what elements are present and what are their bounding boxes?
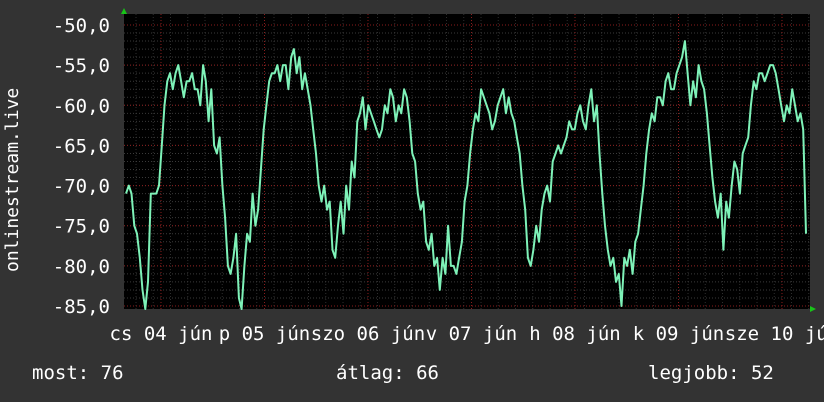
y-tick-label: -80,0 [53, 256, 110, 278]
x-tick-label: szo 06 jún [311, 323, 425, 345]
x-tick-label: k 09 jún [633, 323, 725, 345]
x-axis-arrow-icon [810, 306, 816, 312]
x-tick-label: cs 04 jún [110, 323, 213, 345]
y-tick-label: -65,0 [53, 135, 110, 157]
y-tick-label: -70,0 [53, 176, 110, 198]
x-tick-label: p 05 jún [219, 323, 311, 345]
average-value: átlag: 66 [336, 362, 439, 384]
y-tick-label: -55,0 [53, 55, 110, 77]
y-tick-label: -75,0 [53, 216, 110, 238]
y-tick-label: -60,0 [53, 95, 110, 117]
x-tick-label: h 08 jún [529, 323, 621, 345]
current-value: most: 76 [32, 362, 124, 384]
y-tick-label: -85,0 [53, 296, 110, 318]
x-tick-label: v 07 jún [426, 323, 518, 345]
best-value: legjobb: 52 [648, 362, 774, 384]
y-axis-ticks: -50,0 -55,0 -60,0 -65,0 -70,0 -75,0 -80,0 -85,0 [53, 15, 110, 318]
x-axis-ticks: cs 04 jún p 05 jún szo 06 jún v 07 jún h 08 … [110, 323, 824, 345]
line-chart: -50,0 -55,0 -60,0 -65,0 -70,0 -75,0 -80,0 -85,0… [2, 8, 824, 345]
y-axis-arrow-icon [121, 8, 127, 14]
y-axis-label: onlinestream.live [2, 88, 23, 272]
y-tick-label: -50,0 [53, 15, 110, 37]
x-tick-label: sze 10 jún [725, 323, 824, 345]
